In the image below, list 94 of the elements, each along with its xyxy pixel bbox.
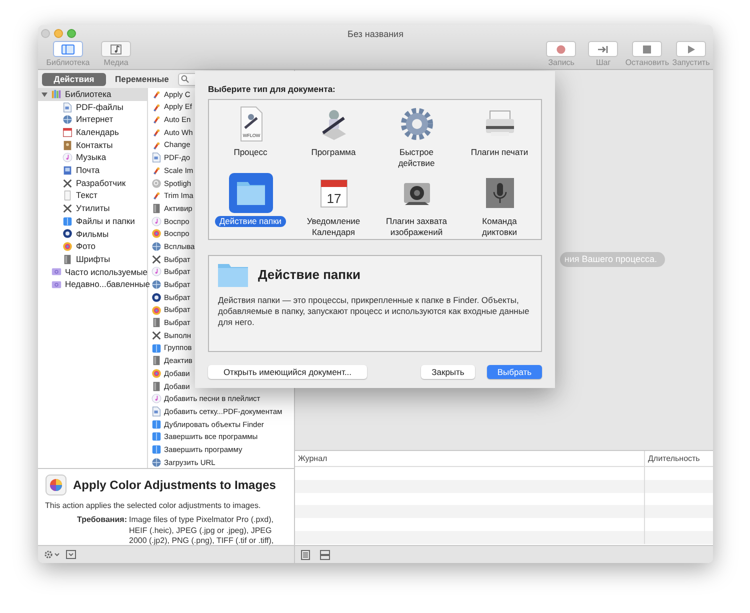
toolbar-button[interactable] xyxy=(632,41,662,57)
image-edit-icon xyxy=(151,164,162,176)
flower-icon xyxy=(151,228,162,240)
library-item[interactable]: Часто используемые xyxy=(38,266,147,278)
library-item[interactable]: Недавно...бавленные xyxy=(38,278,147,291)
open-document-button[interactable]: Открыть имеющийся документ... xyxy=(208,365,367,379)
document-icon xyxy=(151,152,162,164)
document-type-option[interactable]: Быстрое действие xyxy=(375,102,458,170)
library-item[interactable]: Разработчик xyxy=(38,176,147,190)
books-icon xyxy=(51,88,62,100)
text-document-icon xyxy=(62,190,73,202)
tab[interactable]: Переменные xyxy=(109,72,175,86)
image-edit-icon xyxy=(151,102,162,113)
gear-menu-icon[interactable] xyxy=(44,550,60,559)
requirements-text: Image files of type Pixelmator Pro (.pxd), HEIF (.heic), JPEG (.jpg or .jpeg), JPEG 2000 (.jp2), PNG (.png), TIFF (.tif or .tiff), xyxy=(129,515,275,546)
collapse-icon[interactable] xyxy=(66,550,76,559)
zoom-button[interactable] xyxy=(67,29,76,38)
folder-icon xyxy=(218,262,248,287)
music-note-icon xyxy=(151,216,162,227)
flower-icon xyxy=(62,241,73,252)
library-item[interactable]: Текст xyxy=(38,190,147,202)
toolbar-label: Библиотека xyxy=(46,58,90,68)
flower-icon xyxy=(151,368,162,379)
library-item[interactable]: Контакты xyxy=(38,138,147,152)
window-title: Без названия xyxy=(348,28,404,41)
globe-icon xyxy=(151,456,162,468)
document-icon xyxy=(62,102,73,113)
toolbar-button[interactable] xyxy=(101,41,131,57)
library-item[interactable]: Фото xyxy=(38,240,147,253)
image-edit-icon xyxy=(151,114,162,126)
sidebar-icon xyxy=(59,42,77,56)
image-edit-icon xyxy=(151,190,162,202)
smart-folder-icon xyxy=(51,266,62,278)
action-description: This action applies the selected color adjustments to images. xyxy=(45,500,262,512)
image-edit-icon xyxy=(151,126,162,138)
detail-description: Действия папки — это процессы, прикрепленные к папке в Finder. Объекты, добавляемые в папку, запускают процесс и используются как входные данные для него. xyxy=(218,295,530,328)
toolbar-button[interactable] xyxy=(546,41,576,57)
tools-icon xyxy=(62,203,73,214)
split-view-icon[interactable] xyxy=(320,550,330,560)
image-edit-icon xyxy=(151,140,162,151)
requirements-label: Требования: xyxy=(76,515,127,526)
library-item[interactable]: Файлы и папки xyxy=(38,214,147,228)
flower-icon xyxy=(151,304,162,316)
workflow-hint: ния Вашего процесса. xyxy=(560,252,665,267)
globe-icon xyxy=(62,114,73,126)
color-wheel-icon xyxy=(45,474,67,496)
toolbar-label: Медиа xyxy=(104,58,128,68)
gear-icon xyxy=(398,106,434,142)
dialog-prompt: Выберите тип для документа: xyxy=(208,83,336,96)
library-item[interactable]: Утилиты xyxy=(38,202,147,215)
toolbar-button[interactable] xyxy=(53,41,83,57)
list-view-icon[interactable] xyxy=(301,550,310,560)
globe-icon xyxy=(151,241,162,252)
document-type-option[interactable]: Плагин печати xyxy=(458,102,541,170)
library-item[interactable]: Музыка xyxy=(38,151,147,164)
music-note-icon xyxy=(62,152,73,164)
column-header[interactable]: Журнал xyxy=(295,451,645,466)
toolbar-button[interactable] xyxy=(588,41,618,57)
document-icon xyxy=(151,406,162,418)
disclosure-triangle-icon[interactable] xyxy=(41,90,48,98)
calendar-icon xyxy=(62,126,73,138)
tools-icon xyxy=(151,330,162,341)
address-book-icon xyxy=(62,140,73,151)
music-note-icon xyxy=(151,393,162,404)
document-type-option[interactable]: Действие папки xyxy=(209,170,292,239)
toolbar-label: Запись xyxy=(548,58,574,68)
close-button[interactable]: Закрыть xyxy=(421,365,475,379)
choose-button[interactable]: Выбрать xyxy=(487,365,542,379)
search-icon xyxy=(180,75,189,83)
globe-icon xyxy=(151,279,162,290)
music-note-icon xyxy=(151,266,162,278)
image-edit-icon xyxy=(151,88,162,100)
toolbar-label: Шаг xyxy=(596,58,611,68)
library-item[interactable]: Календарь xyxy=(38,126,147,139)
library-item[interactable]: PDF-файлы xyxy=(38,100,147,114)
library-item[interactable]: Почта xyxy=(38,164,147,177)
document-type-option[interactable]: 17 Уведомление Календаря xyxy=(292,170,375,239)
column-header[interactable]: Длительность xyxy=(645,451,713,466)
document-type-option[interactable]: Плагин захвата изображений xyxy=(375,170,458,239)
tools-icon xyxy=(62,178,73,189)
toolbar-label: Остановить xyxy=(625,58,669,68)
library-item[interactable]: Фильмы xyxy=(38,228,147,240)
document-type-option[interactable]: Программа xyxy=(292,102,375,170)
toolbar-label: Запустить xyxy=(672,58,710,68)
detail-title: Действие папки xyxy=(258,266,360,284)
library-item[interactable]: Библиотека xyxy=(38,88,147,101)
action-title: Apply Color Adjustments to Images xyxy=(73,477,276,494)
tools-icon xyxy=(151,254,162,265)
library-item[interactable]: Шрифты xyxy=(38,252,147,266)
smart-folder-icon xyxy=(51,279,62,290)
document-type-option[interactable]: Команда диктовки xyxy=(458,170,541,239)
library-item[interactable]: Интернет xyxy=(38,113,147,126)
tab[interactable]: Действия xyxy=(42,72,106,86)
toolbar-button[interactable] xyxy=(676,41,706,57)
